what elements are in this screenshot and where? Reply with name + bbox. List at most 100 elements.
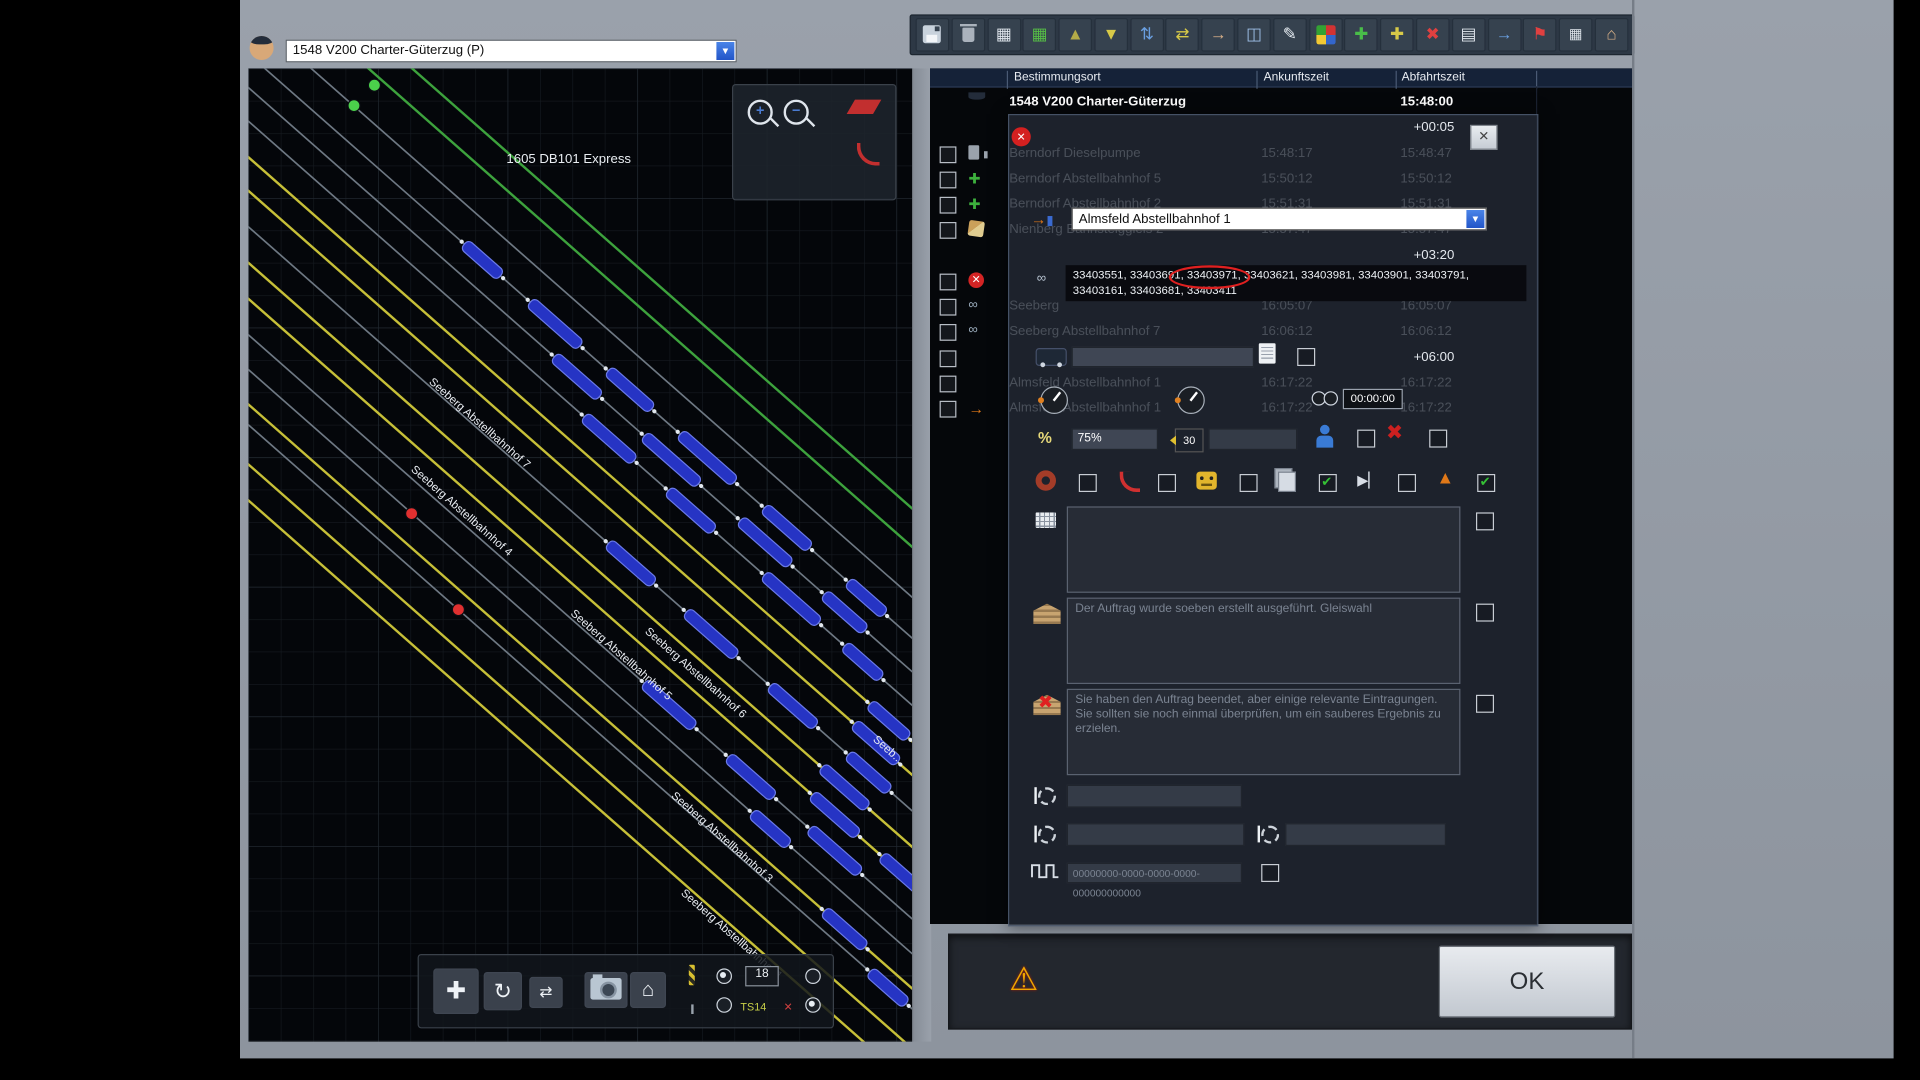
dialog-checkbox[interactable] bbox=[1476, 695, 1494, 713]
splitter[interactable] bbox=[912, 68, 931, 1041]
exit-icon[interactable]: → bbox=[1487, 18, 1521, 52]
destination-icon: → bbox=[1031, 210, 1054, 228]
dialog-checkbox-checked[interactable] bbox=[1319, 474, 1337, 492]
home-view-icon[interactable]: ⌂ bbox=[630, 972, 666, 1008]
edit-icon[interactable]: ✎ bbox=[1273, 18, 1307, 52]
track-ids-line2: 33403161, 33403681, 33403411 bbox=[1073, 283, 1519, 299]
track-map[interactable]: Seeberg Abstellbahnhof 7 Seeberg Abstell… bbox=[248, 68, 912, 1041]
close-button[interactable]: ✕ bbox=[1470, 125, 1498, 150]
dialog-checkbox[interactable] bbox=[1476, 512, 1494, 530]
chevron-down-icon[interactable]: ▼ bbox=[716, 42, 734, 60]
camera-icon[interactable] bbox=[584, 972, 627, 1008]
add-alt-icon[interactable]: ✚ bbox=[1380, 18, 1414, 52]
driver-change-icon[interactable] bbox=[1314, 425, 1336, 449]
move-up-icon[interactable]: ▲ bbox=[1059, 18, 1093, 52]
insert-above-icon[interactable]: ⇅ bbox=[1130, 18, 1164, 52]
script-field-2[interactable] bbox=[1067, 823, 1245, 846]
script-field-1[interactable] bbox=[1067, 785, 1242, 808]
add-stop-icon: ✚ bbox=[968, 196, 987, 215]
curve-tool-icon[interactable] bbox=[857, 143, 880, 166]
grid-alt-icon[interactable]: ▦ bbox=[1023, 18, 1057, 52]
duplicate-icon[interactable]: ◫ bbox=[1237, 18, 1271, 52]
finished-note-textarea[interactable]: Sie haben den Auftrag beendet, aber eini… bbox=[1067, 689, 1461, 775]
curve-icon[interactable] bbox=[1120, 472, 1140, 492]
colors-icon[interactable] bbox=[1309, 18, 1343, 52]
zoom-out-icon[interactable]: − bbox=[784, 100, 809, 125]
insert-below-icon[interactable]: ⇄ bbox=[1166, 18, 1200, 52]
pan-move-icon[interactable]: ✚ bbox=[433, 968, 479, 1014]
script-field-3[interactable] bbox=[1285, 823, 1446, 846]
transform-icon[interactable]: ⇄ bbox=[529, 977, 563, 1008]
ts-label: TS14 bbox=[740, 1001, 766, 1013]
row-checkbox[interactable] bbox=[940, 172, 957, 189]
zoom-in-icon[interactable]: + bbox=[748, 100, 773, 125]
clipboard-icon[interactable]: ▤ bbox=[1452, 18, 1486, 52]
error-badge-icon: ✕ bbox=[1012, 127, 1031, 146]
destination-dropdown[interactable]: Almsfeld Abstellbahnhof 1 ▼ bbox=[1072, 208, 1487, 231]
row-checkbox[interactable] bbox=[940, 299, 957, 316]
dialog-checkbox[interactable] bbox=[1357, 430, 1375, 448]
cancel-mini-icon[interactable]: ✕ bbox=[784, 1001, 793, 1014]
row-checkbox[interactable] bbox=[940, 274, 957, 291]
layer-radio-3[interactable] bbox=[716, 997, 732, 1013]
step-forward-icon[interactable]: ▶ bbox=[1357, 472, 1379, 489]
add-icon[interactable]: ✚ bbox=[1344, 18, 1378, 52]
layer-radio-1[interactable] bbox=[716, 968, 732, 984]
pick-icon[interactable]: → bbox=[1202, 18, 1236, 52]
remove-icon[interactable]: ✖ bbox=[1416, 18, 1450, 52]
dialog-checkbox[interactable] bbox=[1158, 474, 1176, 492]
coupling-icon: ∞ bbox=[968, 298, 987, 317]
flag-icon[interactable]: ⚑ bbox=[1523, 18, 1557, 52]
schedule-row[interactable]: 1548 V200 Charter-Güterzug 15:48:00 bbox=[930, 90, 1632, 115]
row-checkbox[interactable] bbox=[940, 350, 957, 367]
speed-limit-icon[interactable]: 30 bbox=[1175, 428, 1204, 452]
note-textarea[interactable] bbox=[1067, 506, 1461, 592]
speed-field[interactable] bbox=[1208, 428, 1297, 450]
dialog-checkbox[interactable] bbox=[1079, 474, 1097, 492]
document-icon[interactable] bbox=[1259, 343, 1276, 363]
route-shape-icon[interactable] bbox=[847, 100, 882, 114]
ok-button[interactable]: OK bbox=[1439, 946, 1615, 1018]
grid-icon[interactable]: ▦ bbox=[987, 18, 1021, 52]
row-checkbox[interactable] bbox=[940, 197, 957, 214]
time-knob-departure[interactable] bbox=[1177, 386, 1205, 414]
train-selector[interactable]: 1548 V200 Charter-Güterzug (P) ▼ bbox=[286, 40, 737, 63]
row-checkbox[interactable] bbox=[940, 222, 957, 239]
track-number-field[interactable]: 18 bbox=[745, 966, 779, 986]
save-icon[interactable] bbox=[916, 18, 950, 52]
row-checkbox[interactable] bbox=[940, 401, 957, 418]
row-checkbox[interactable] bbox=[940, 324, 957, 341]
dialog-checkbox[interactable] bbox=[1297, 348, 1315, 366]
created-note-textarea[interactable]: Der Auftrag wurde soeben erstellt ausgef… bbox=[1067, 598, 1461, 684]
copy-pages-icon[interactable] bbox=[1278, 472, 1296, 492]
dialog-checkbox[interactable] bbox=[1398, 474, 1416, 492]
guid-field[interactable]: 00000000-0000-0000-0000-000000000000 bbox=[1067, 863, 1242, 883]
row-checkbox[interactable] bbox=[940, 376, 957, 393]
depot-icon[interactable]: ⌂ bbox=[1595, 18, 1629, 52]
train-name-field[interactable] bbox=[1072, 347, 1254, 367]
keypad-icon[interactable]: ▦ bbox=[1559, 18, 1593, 52]
dialog-checkbox[interactable] bbox=[1429, 430, 1447, 448]
track-id-tooltip: 33403551, 33403691, 33403971, 33403621, … bbox=[1066, 265, 1527, 301]
percent-field[interactable]: 75% bbox=[1072, 428, 1158, 450]
delete-icon[interactable] bbox=[951, 18, 985, 52]
dialog-checkbox[interactable] bbox=[1476, 604, 1494, 622]
dialog-checkbox[interactable] bbox=[1240, 474, 1258, 492]
wait-time-field[interactable]: 00:00:00 bbox=[1343, 389, 1403, 409]
exit-up-icon[interactable]: ▲ bbox=[1436, 468, 1454, 488]
time-knob-arrival[interactable] bbox=[1040, 386, 1068, 414]
rotate-icon[interactable]: ↻ bbox=[484, 972, 522, 1010]
dual-knob-icon[interactable] bbox=[1312, 390, 1338, 407]
move-down-icon[interactable]: ▼ bbox=[1094, 18, 1128, 52]
dialog-checkbox-checked[interactable] bbox=[1477, 474, 1495, 492]
loop-icon[interactable] bbox=[1036, 470, 1056, 490]
dialog-checkbox[interactable] bbox=[1261, 864, 1279, 882]
row-checkbox[interactable] bbox=[940, 146, 957, 163]
layer-radio-2[interactable] bbox=[805, 968, 821, 984]
delete-icon[interactable]: ✖ bbox=[1386, 421, 1403, 445]
cursor-gear-icon bbox=[1038, 826, 1056, 844]
layer-radio-4[interactable] bbox=[805, 997, 821, 1013]
depart-arrow-icon: → bbox=[968, 400, 987, 419]
chevron-down-icon[interactable]: ▼ bbox=[1466, 210, 1484, 228]
automation-icon[interactable] bbox=[1196, 472, 1216, 490]
